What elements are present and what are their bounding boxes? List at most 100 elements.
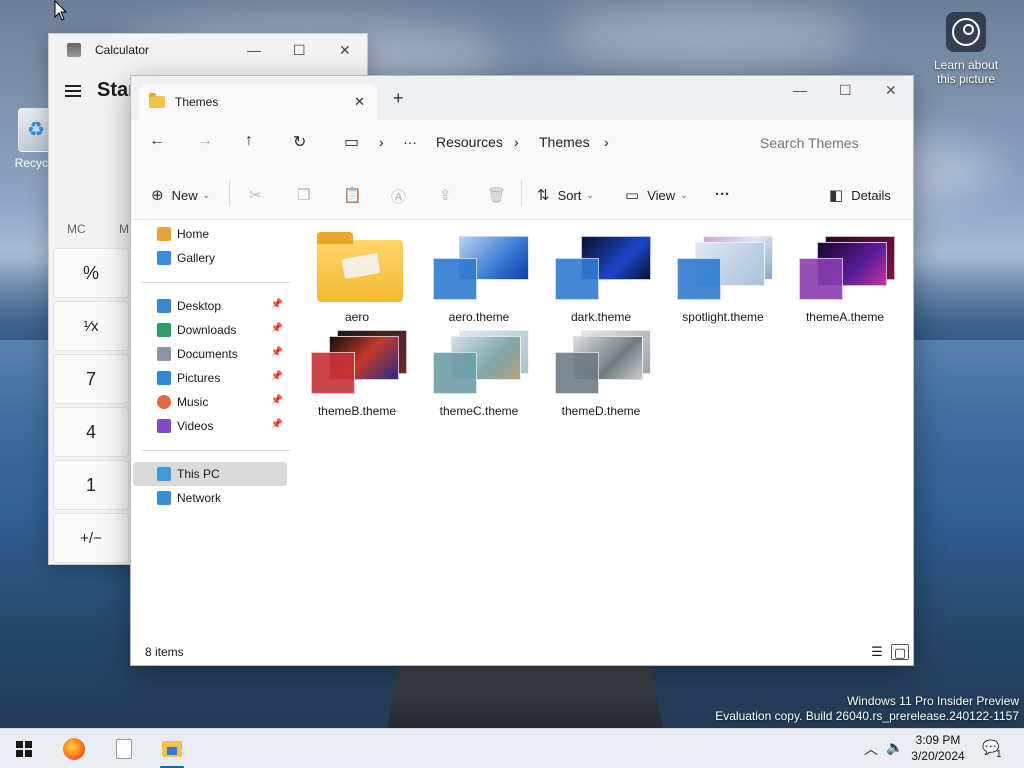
copy-button[interactable]: ❐	[297, 186, 318, 204]
sidebar-item-gallery[interactable]: Gallery	[133, 246, 287, 270]
view-button[interactable]: ▭ View ⌄	[625, 186, 688, 204]
pin-icon[interactable]: 📌	[271, 347, 283, 358]
sidebar-item-pictures[interactable]: Pictures 📌	[133, 366, 287, 390]
breadcrumb-resources[interactable]: Resources	[436, 134, 503, 150]
reciprocal-key[interactable]: ¹⁄x	[53, 301, 129, 351]
details-button[interactable]: ◧ Details	[829, 186, 891, 204]
start-button[interactable]	[4, 729, 44, 768]
list-item[interactable]: aero	[297, 232, 417, 324]
pin-icon[interactable]: 📌	[271, 299, 283, 310]
sidebar-item-label: This PC	[177, 467, 220, 481]
learn-about-picture[interactable]: Learn about this picture	[922, 12, 1010, 86]
clock-time: 3:09 PM	[915, 733, 961, 747]
pin-icon[interactable]: 📌	[271, 371, 283, 382]
share-button[interactable]: ⇪	[439, 186, 460, 204]
sidebar-item-label: Home	[177, 227, 210, 241]
hamburger-menu-icon[interactable]	[65, 84, 81, 97]
calculator-titlebar[interactable]: Calculator	[49, 34, 367, 66]
list-item[interactable]: themeA.theme	[785, 234, 905, 324]
firefox-icon	[63, 738, 85, 760]
theme-thumbnail-icon	[433, 330, 529, 396]
up-arrow-icon[interactable]: ↑	[245, 132, 253, 150]
sidebar-item-videos[interactable]: Videos 📌	[133, 414, 287, 438]
rename-button[interactable]: Ⓐ	[391, 186, 414, 207]
minimize-icon[interactable]: —	[793, 82, 807, 98]
more-options-button[interactable]: ···	[715, 186, 738, 203]
chevron-down-icon: ⌄	[202, 189, 211, 200]
back-arrow-icon[interactable]: ←	[149, 132, 165, 150]
theme-thumbnail-icon	[311, 330, 407, 396]
file-name: spotlight.theme	[682, 310, 764, 324]
breadcrumb-separator-icon[interactable]: ›	[514, 134, 519, 150]
computer-icon	[157, 467, 171, 481]
list-item[interactable]: themeB.theme	[297, 328, 417, 418]
file-name: aero	[344, 310, 370, 324]
close-icon[interactable]: ✕	[339, 42, 351, 59]
memory-button[interactable]: M	[119, 222, 129, 236]
list-item[interactable]: spotlight.theme	[663, 234, 783, 324]
digit-4-key[interactable]: 4	[53, 407, 129, 457]
new-tab-button[interactable]: +	[393, 88, 404, 109]
tab-close-icon[interactable]: ✕	[354, 94, 365, 110]
digit-1-key[interactable]: 1	[53, 460, 129, 510]
digit-7-key[interactable]: 7	[53, 354, 129, 404]
sidebar-item-label: Documents	[177, 347, 238, 361]
minimize-icon[interactable]: —	[247, 42, 261, 58]
taskbar-notepad[interactable]	[104, 729, 144, 768]
paste-button[interactable]: 📋	[343, 186, 370, 204]
list-item[interactable]: aero.theme	[419, 234, 539, 324]
pin-icon[interactable]: 📌	[271, 419, 283, 430]
file-name: themeA.theme	[805, 310, 885, 324]
theme-thumbnail-icon	[433, 236, 529, 302]
memory-clear-button[interactable]: MC	[67, 222, 86, 236]
divider	[521, 180, 522, 206]
tab-themes[interactable]: Themes ✕	[139, 84, 377, 120]
sidebar-item-network[interactable]: Network	[133, 486, 287, 510]
taskbar-firefox[interactable]	[54, 729, 94, 768]
chevron-up-icon[interactable]: ︿	[864, 739, 878, 759]
theme-thumbnail-icon	[555, 330, 651, 396]
list-item[interactable]: themeD.theme	[541, 328, 661, 418]
maximize-icon[interactable]: ☐	[839, 82, 852, 99]
document-icon	[157, 347, 171, 361]
maximize-icon[interactable]: ☐	[293, 42, 306, 59]
list-item[interactable]: dark.theme	[541, 234, 661, 324]
sidebar-item-label: Gallery	[177, 251, 216, 265]
negate-key[interactable]: +/−	[53, 513, 129, 563]
large-icons-view-icon[interactable]: ▢	[891, 644, 909, 660]
calculator-header: Star	[65, 79, 136, 102]
sidebar-item-this-pc[interactable]: This PC	[133, 462, 287, 486]
breadcrumb-separator-icon[interactable]: ›	[379, 134, 384, 150]
theme-thumbnail-icon	[555, 236, 651, 302]
sidebar-item-downloads[interactable]: Downloads 📌	[133, 318, 287, 342]
sidebar-item-desktop[interactable]: Desktop 📌	[133, 294, 287, 318]
view-label: View	[647, 187, 676, 203]
forward-arrow-icon[interactable]: →	[197, 132, 213, 150]
tab-title: Themes	[175, 95, 219, 109]
delete-button[interactable]: 🗑	[487, 186, 514, 204]
sidebar-item-home[interactable]: Home	[133, 222, 287, 246]
monitor-icon[interactable]: ▭	[344, 132, 359, 152]
taskbar-file-explorer[interactable]	[152, 729, 192, 768]
picture-icon	[157, 371, 171, 385]
refresh-icon[interactable]: ↻	[293, 132, 306, 152]
sidebar-item-documents[interactable]: Documents 📌	[133, 342, 287, 366]
new-button[interactable]: ⊕ New ⌄	[151, 186, 210, 204]
details-view-icon[interactable]: ☰	[868, 644, 886, 660]
close-icon[interactable]: ✕	[885, 82, 897, 99]
system-clock[interactable]: 3:09 PM 3/20/2024	[906, 732, 970, 764]
list-item[interactable]: themeC.theme	[419, 328, 539, 418]
search-input[interactable]	[743, 128, 907, 158]
sidebar-item-music[interactable]: Music 📌	[133, 390, 287, 414]
more-locations-icon[interactable]: ···	[403, 134, 417, 150]
gallery-icon	[157, 251, 171, 265]
sort-button[interactable]: ⇅ Sort ⌄	[537, 186, 594, 204]
pin-icon[interactable]: 📌	[271, 395, 283, 406]
file-explorer-window[interactable]: Themes ✕ + — ☐ ✕ ← → ↑ ↻ ▭ › ··· Resourc…	[130, 75, 914, 666]
cut-button[interactable]: ✂	[249, 186, 270, 204]
speaker-muted-icon[interactable]: 🔈	[886, 739, 903, 756]
breadcrumb-separator-icon[interactable]: ›	[604, 134, 609, 150]
pin-icon[interactable]: 📌	[271, 323, 283, 334]
breadcrumb-themes[interactable]: Themes	[539, 134, 590, 150]
percent-key[interactable]: %	[53, 248, 129, 298]
